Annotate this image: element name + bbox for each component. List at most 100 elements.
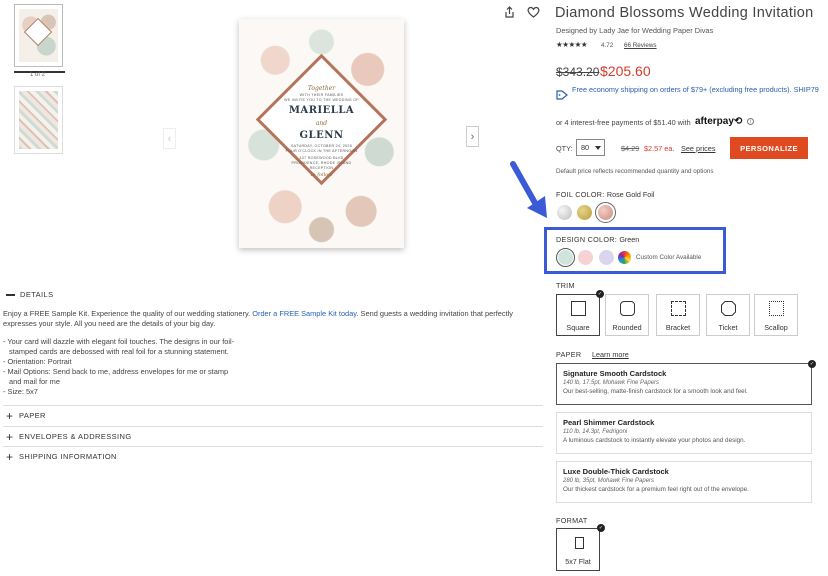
paper-spec: 110 lb, 14.3pt, Fedrigoni (563, 429, 628, 435)
card-together: Together (307, 85, 336, 92)
accordion-label: ENVELOPES & ADDRESSING (19, 432, 132, 441)
paper-name: Pearl Shimmer Cardstock (563, 418, 655, 427)
accordion-shipping[interactable]: + SHIPPING INFORMATION (3, 446, 543, 466)
tag-icon (556, 87, 568, 105)
rating-value: 4.72 (601, 42, 614, 49)
paper-option-signature[interactable]: Signature Smooth Cardstock 140 lb, 17.5p… (556, 363, 812, 405)
details-intro-text: Enjoy a FREE Sample Kit. Experience the … (3, 309, 253, 318)
product-image: Together WITH THEIR FAMILIES WE INVITE Y… (239, 19, 404, 248)
paper-description: A luminous cardstock to instantly elevat… (563, 437, 746, 444)
each-original-price: $4.29 (621, 144, 640, 153)
trim-option-scallop[interactable]: Scallop (754, 294, 798, 336)
each-sale-price: $2.57 ea. (644, 144, 675, 153)
product-title: Diamond Blossoms Wedding Invitation (555, 5, 814, 21)
design-color-value: Green (619, 235, 640, 244)
format-label: FORMAT (556, 516, 588, 525)
qty-label: QTY: (556, 144, 573, 153)
thumbnail-pattern-image (19, 91, 58, 149)
trim-option-label: Ticket (718, 323, 738, 332)
paper-name: Signature Smooth Cardstock (563, 369, 667, 378)
accordion-envelopes[interactable]: + ENVELOPES & ADDRESSING (3, 426, 543, 446)
card-line: SATURDAY, OCTOBER 24, 2025 (290, 144, 353, 148)
trim-option-square[interactable]: Square (556, 294, 600, 336)
card-name-1: MARIELLA (288, 105, 355, 116)
card-line: WITH THEIR FAMILIES (299, 93, 344, 97)
details-toggle[interactable]: DETAILS (6, 290, 54, 299)
scallop-shape-icon (769, 301, 784, 316)
card-line: WE INVITE YOU TO THE WEDDING OF (284, 98, 359, 102)
card-line: FOUR O'CLOCK IN THE AFTERNOON (285, 149, 358, 153)
quantity-select[interactable]: 80 (576, 139, 605, 156)
foil-swatch-gold[interactable] (577, 205, 592, 220)
custom-color-text: Custom Color Available (636, 254, 702, 261)
foil-color-label: FOIL COLOR: Rose Gold Foil (556, 190, 654, 199)
paper-name: Luxe Double-Thick Cardstock (563, 467, 669, 476)
custom-color-icon[interactable] (618, 251, 631, 264)
shipping-promo[interactable]: Free economy shipping on orders of $79+ … (572, 85, 827, 94)
details-heading: DETAILS (20, 290, 54, 299)
share-icon[interactable] (501, 4, 517, 20)
accordion-label: PAPER (19, 411, 46, 420)
details-bullet: - Your card will dazzle with elegant foi… (3, 337, 235, 346)
paper-option-pearl[interactable]: Pearl Shimmer Cardstock 110 lb, 14.3pt, … (556, 412, 812, 454)
foil-color-heading: FOIL COLOR: (556, 190, 605, 199)
card-name-2: GLENN (299, 130, 344, 141)
product-designer: Designed by Lady Jae for Wedding Paper D… (556, 26, 714, 35)
thumbnail-back[interactable] (14, 86, 63, 154)
heart-icon[interactable] (525, 4, 541, 20)
details-bullet: - Orientation: Portrait (3, 357, 72, 367)
minus-icon (6, 294, 15, 296)
check-icon: ✓ (808, 360, 816, 368)
installments-text: or 4 interest-free payments of $51.40 wi… (556, 118, 691, 127)
format-option-label: 5x7 Flat (565, 557, 591, 566)
learn-more-link[interactable]: Learn more (592, 350, 629, 359)
paper-description: Our best-selling, matte-finish cardstock… (563, 388, 748, 395)
trim-option-bracket[interactable]: Bracket (656, 294, 700, 336)
details-bullet: - Size: 5x7 (3, 387, 38, 397)
next-image-button[interactable]: › (466, 126, 479, 147)
flat-card-icon (575, 537, 584, 549)
trim-option-label: Square (566, 323, 590, 332)
plus-icon: + (6, 429, 14, 444)
quantity-value: 80 (581, 143, 590, 152)
see-prices-link[interactable]: See prices (681, 144, 715, 153)
paper-label: PAPER (556, 350, 582, 359)
paper-option-luxe[interactable]: Luxe Double-Thick Cardstock 280 lb, 35pt… (556, 461, 812, 503)
check-icon: ✓ (596, 290, 604, 298)
accordion-label: SHIPPING INFORMATION (19, 452, 117, 461)
gallery-pager: 1 of 2 (30, 72, 46, 78)
ticket-shape-icon (721, 301, 736, 316)
rating-stars: ★★★★★ (556, 40, 588, 49)
sale-price: $205.60 (600, 63, 651, 79)
reviews-link[interactable]: 66 Reviews (624, 42, 657, 49)
details-bullet: - Mail Options: Send back to me, address… (3, 367, 229, 377)
trim-option-rounded[interactable]: Rounded (605, 294, 649, 336)
details-bullet: and mail for me (9, 377, 60, 387)
thumbnail-front[interactable] (14, 4, 63, 67)
details-intro: Enjoy a FREE Sample Kit. Experience the … (3, 309, 543, 330)
trim-option-label: Rounded (612, 323, 642, 332)
trim-option-ticket[interactable]: Ticket (706, 294, 750, 336)
plus-icon: + (6, 408, 14, 423)
card-line: 437 ROSEWOOD BLVD (299, 156, 344, 160)
foil-swatch-silver[interactable] (557, 205, 572, 220)
design-swatch-pink[interactable] (578, 250, 593, 265)
info-icon[interactable]: i (747, 118, 754, 125)
design-swatch-lavender[interactable] (599, 250, 614, 265)
paper-spec: 280 lb, 35pt, Mohawk Fine Papers (563, 478, 655, 484)
design-swatch-green[interactable] (558, 250, 573, 265)
card-and: and (315, 120, 328, 127)
rounded-shape-icon (620, 301, 635, 316)
format-option-flat[interactable]: 5x7 Flat (556, 528, 600, 571)
details-list: - Your card will dazzle with elegant foi… (3, 337, 303, 398)
check-icon: ✓ (597, 524, 605, 532)
sample-kit-link[interactable]: Order a FREE Sample Kit today (252, 309, 356, 318)
foil-swatch-rose-gold[interactable] (598, 205, 613, 220)
prev-image-button[interactable]: ‹ (163, 128, 176, 149)
personalize-button[interactable]: PERSONALIZE (730, 137, 808, 159)
trim-option-label: Bracket (665, 323, 691, 332)
accordion-paper[interactable]: + PAPER (3, 405, 543, 425)
paper-spec: 140 lb, 17.5pt, Mohawk Fine Papers (563, 380, 660, 386)
original-price: $343.20 (556, 65, 600, 79)
design-color-label: DESIGN COLOR: Green (556, 235, 639, 244)
